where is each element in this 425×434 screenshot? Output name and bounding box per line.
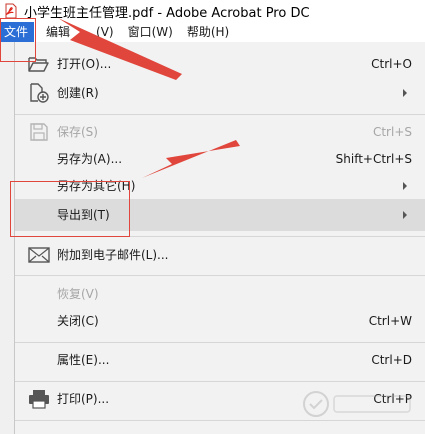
annotation-arrows	[58, 18, 240, 178]
annotation-arrow-to-export	[142, 140, 240, 178]
watermark-logo	[303, 391, 411, 417]
annotation-arrow-to-file	[58, 18, 182, 80]
